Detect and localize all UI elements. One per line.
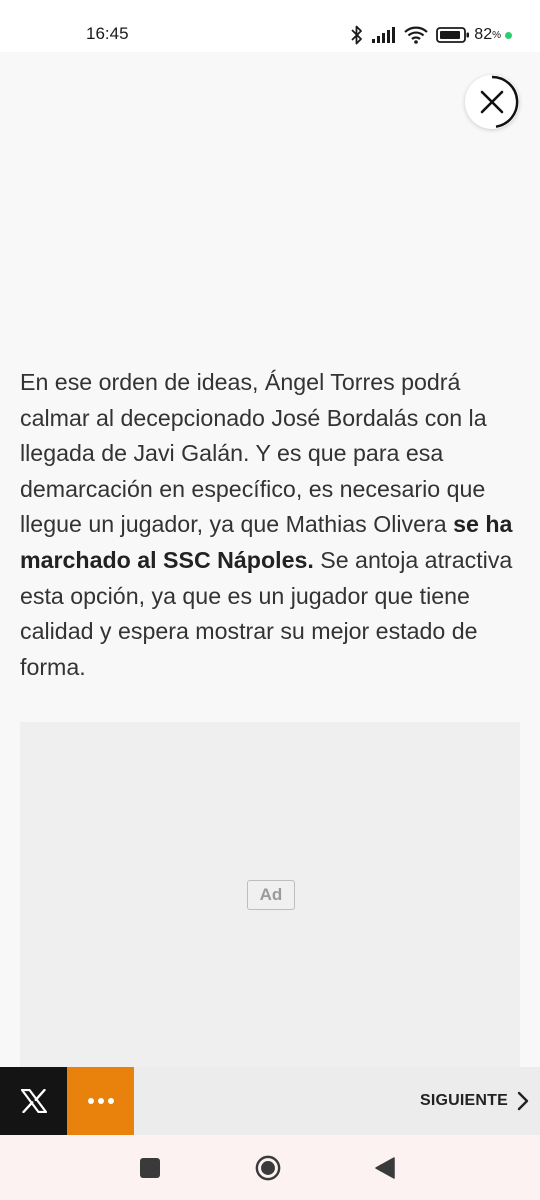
signal-icon [372, 27, 396, 43]
next-label: SIGUIENTE [419, 1092, 508, 1109]
bluetooth-icon [351, 25, 363, 45]
square-icon [140, 1158, 160, 1178]
bottom-action-bar: SIGUIENTE [0, 1067, 540, 1135]
status-time: 16:45 [86, 24, 129, 43]
ad-label: Ad [247, 880, 295, 910]
article-text-part1: En ese orden de ideas, Ángel Torres podr… [20, 369, 487, 538]
charging-dot [505, 31, 512, 39]
close-ad-button[interactable] [465, 75, 519, 129]
share-x-button[interactable] [0, 1067, 67, 1135]
x-logo-icon [20, 1089, 47, 1113]
next-button[interactable]: SIGUIENTE [420, 1067, 530, 1135]
more-dots-icon [87, 1098, 114, 1104]
home-circle-icon [255, 1155, 281, 1181]
battery-icon [436, 26, 470, 44]
system-navigation-bar [0, 1135, 540, 1200]
article-paragraph: En ese orden de ideas, Ángel Torres podr… [20, 365, 518, 685]
chevron-right-icon [517, 1091, 529, 1111]
status-bar: 16:45 82 % [0, 0, 540, 52]
back-button[interactable] [372, 1155, 398, 1181]
home-button[interactable] [255, 1155, 281, 1181]
back-triangle-icon [375, 1157, 395, 1179]
close-icon [480, 90, 504, 114]
battery-percent: 82% [474, 26, 501, 43]
status-icons: 82% [351, 24, 512, 46]
wifi-icon [404, 26, 429, 44]
more-options-button[interactable] [67, 1067, 134, 1135]
recent-apps-button[interactable] [137, 1155, 163, 1181]
